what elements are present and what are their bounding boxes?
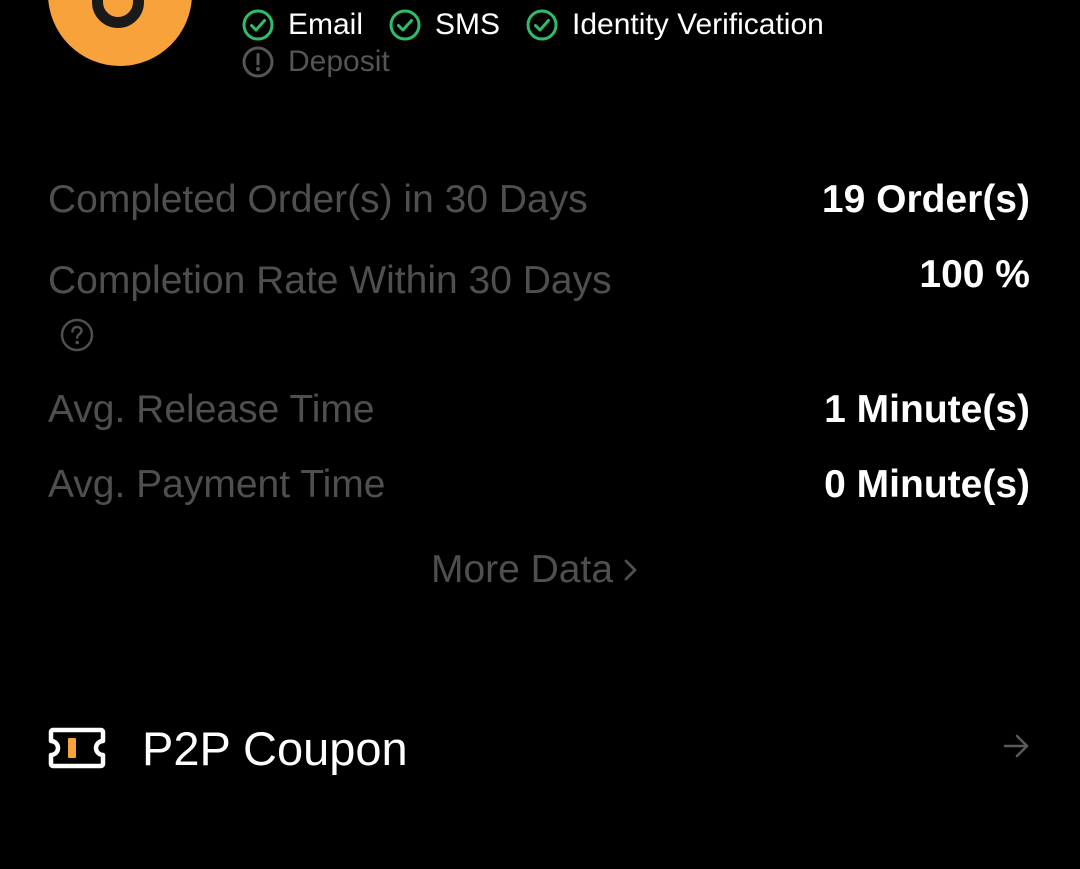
verification-label-deposit: Deposit [288,45,390,78]
more-data-label: More Data [430,548,614,591]
completed-orders-label: Completed Order(s) in 30 Days [48,178,588,221]
exclamation-circle-icon [242,46,274,78]
verification-label-sms: SMS [435,8,501,41]
completion-rate-label: Completion Rate Within 30 Days [48,259,612,302]
verification-badge-sms: SMS [389,8,500,42]
question-circle-icon[interactable] [60,318,94,352]
avg-payment-time-label: Avg. Payment Time [48,463,386,506]
check-circle-icon [242,9,274,41]
verification-label-email: Email [288,8,364,41]
verification-badge-email: Email [242,8,363,42]
completion-rate-value: 100 % [919,253,1030,296]
avatar-letter-shape [92,0,144,28]
arrow-right-icon [1003,734,1029,758]
verification-label-identity: Identity Verification [572,8,824,41]
verification-list-pending: Deposit [242,45,416,79]
chevron-right-icon [624,559,637,581]
avg-release-time-value: 1 Minute(s) [824,388,1030,431]
verification-badge-identity: Identity Verification [526,8,824,42]
p2p-coupon-label: P2P Coupon [142,721,408,775]
avg-payment-time-value: 0 Minute(s) [824,463,1030,506]
check-circle-icon [526,9,558,41]
p2p-coupon-row[interactable]: P2P Coupon [48,712,1032,784]
avg-release-time-label: Avg. Release Time [48,388,375,431]
ticket-icon [48,727,106,769]
more-data-link[interactable]: More Data [0,548,1070,592]
completed-orders-value: 19 Order(s) [821,178,1030,221]
avatar [48,0,192,66]
verification-list: Email SMS Identity Verification [242,8,850,42]
check-circle-icon [389,9,421,41]
verification-badge-deposit: Deposit [242,45,390,79]
